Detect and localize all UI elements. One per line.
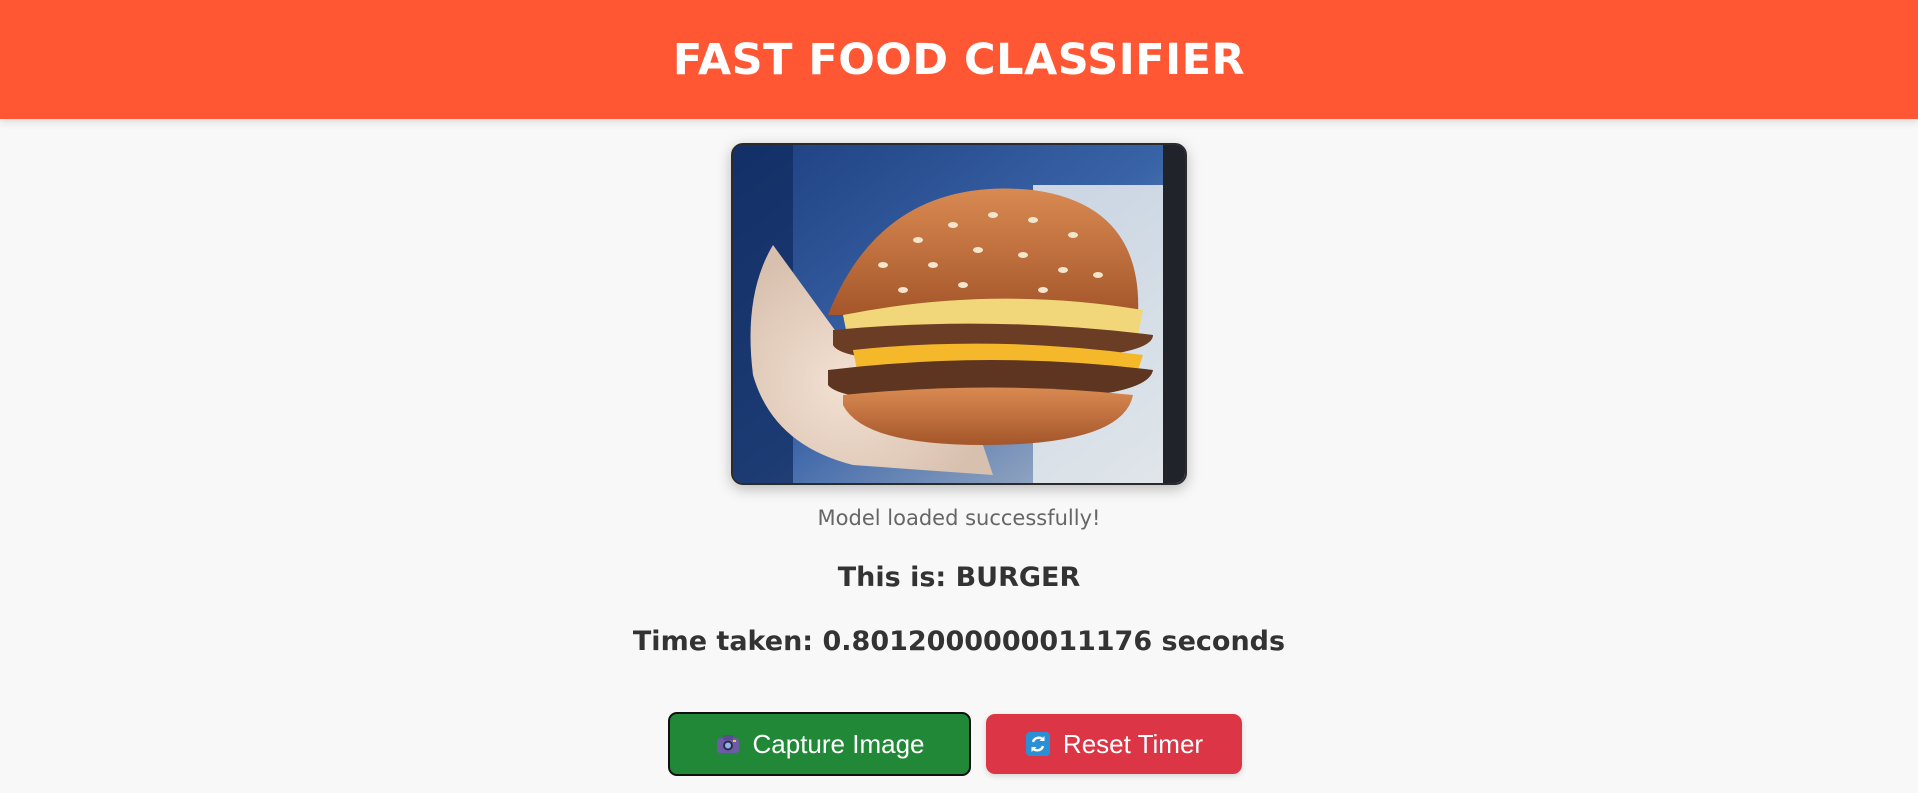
- reset-timer-button[interactable]: Reset Timer: [986, 714, 1242, 774]
- time-taken: Time taken: 0.8012000000011176 seconds: [632, 626, 1286, 657]
- burger-photo: [733, 145, 1185, 483]
- page-title: FAST FOOD CLASSIFIER: [672, 34, 1246, 85]
- refresh-icon: [1025, 731, 1051, 757]
- camera-preview: [731, 143, 1187, 485]
- app-header: FAST FOOD CLASSIFIER: [0, 0, 1918, 119]
- status-message: Model loaded successfully!: [817, 506, 1101, 530]
- reset-timer-label: Reset Timer: [1062, 728, 1204, 759]
- capture-image-label: Capture Image: [752, 728, 925, 759]
- capture-image-button[interactable]: Capture Image: [668, 712, 971, 776]
- camera-icon: [715, 731, 741, 757]
- prediction-result: This is: BURGER: [837, 562, 1081, 593]
